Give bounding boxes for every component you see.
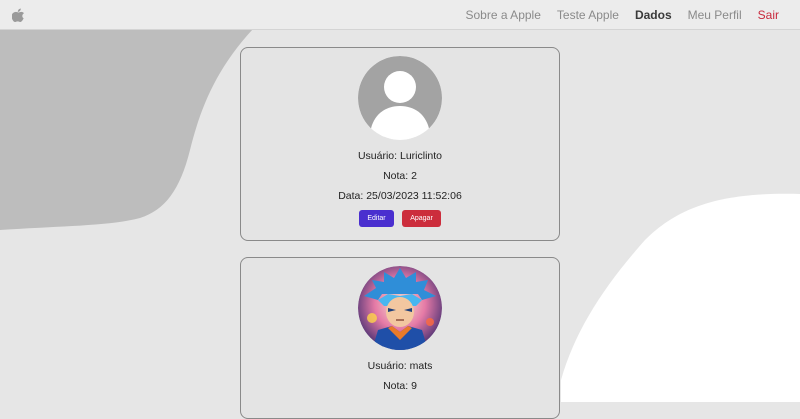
anime-character-avatar <box>358 266 442 350</box>
nav-link-meu-perfil[interactable]: Meu Perfil <box>688 8 742 22</box>
card-rating: Nota: 2 <box>383 170 417 182</box>
edit-button[interactable]: Editar <box>359 210 394 227</box>
nav-links: Sobre a Apple Teste Apple Dados Meu Perf… <box>449 0 779 29</box>
card-date: Data: 25/03/2023 11:52:06 <box>338 190 462 202</box>
default-user-avatar-icon <box>358 56 442 140</box>
card-username: Usuário: Luriclinto <box>357 150 443 162</box>
card-username: Usuário: mats <box>367 360 433 372</box>
nav-link-sobre-a-apple[interactable]: Sobre a Apple <box>465 8 540 22</box>
nav-link-dados[interactable]: Dados <box>635 8 672 22</box>
top-navbar: Sobre a Apple Teste Apple Dados Meu Perf… <box>0 0 800 30</box>
apple-icon[interactable] <box>12 8 25 22</box>
background-blob-left <box>0 29 253 230</box>
nav-link-sair[interactable]: Sair <box>758 8 779 22</box>
rating-card: Usuário: mats Nota: 9 <box>240 257 560 419</box>
card-rating: Nota: 9 <box>383 380 417 392</box>
rating-card: Usuário: Luriclinto Nota: 2 Data: 25/03/… <box>240 47 560 241</box>
background-blob-right <box>561 193 800 402</box>
delete-button[interactable]: Apagar <box>402 210 441 227</box>
nav-link-teste-apple[interactable]: Teste Apple <box>557 8 619 22</box>
